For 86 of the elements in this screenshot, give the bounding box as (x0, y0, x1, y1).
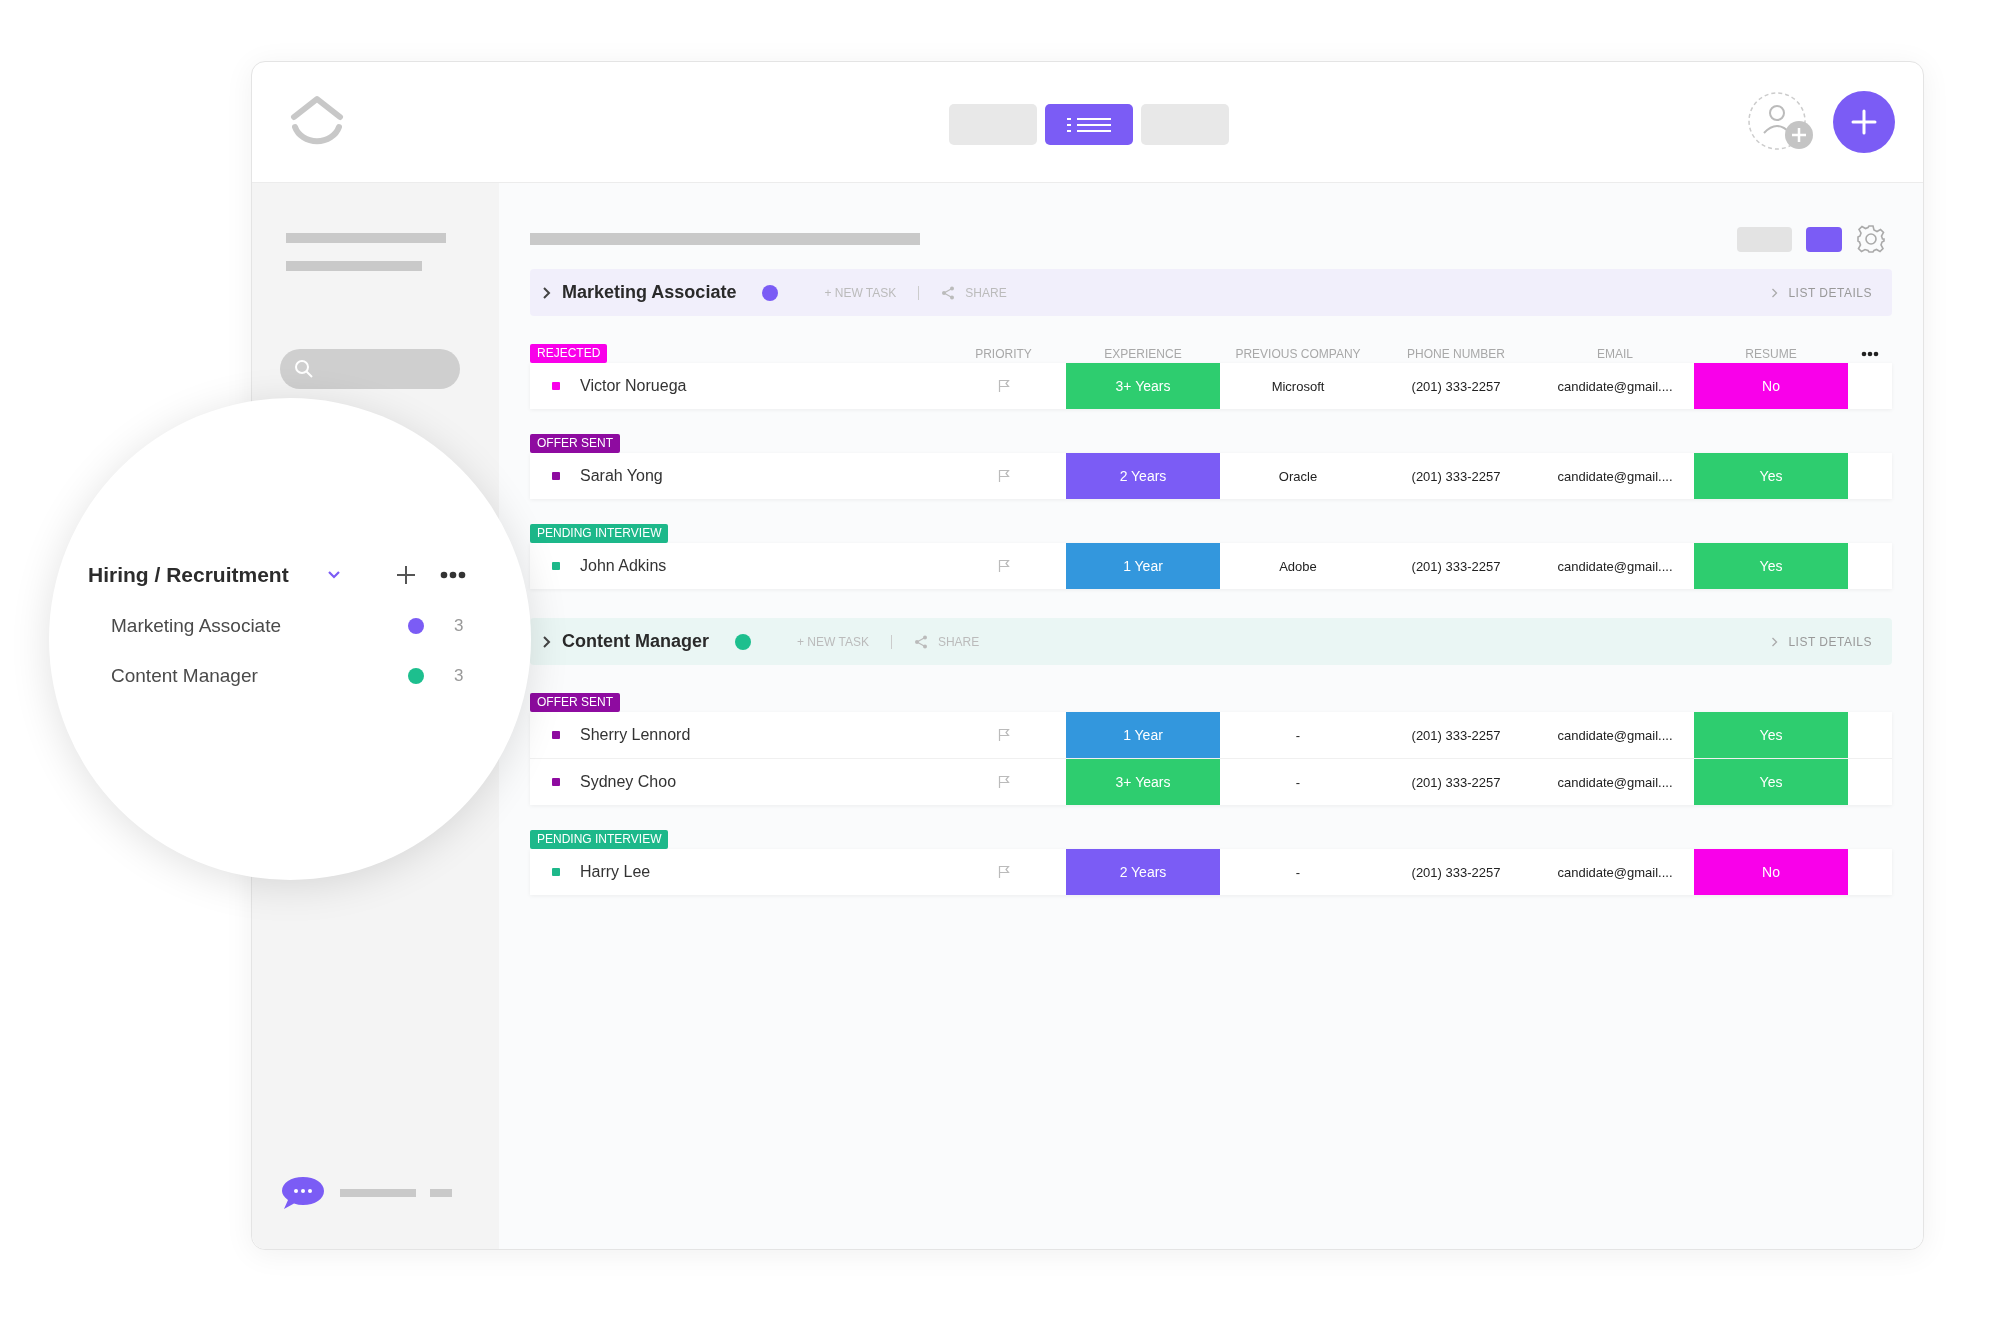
list-item[interactable]: Marketing Associate (111, 615, 408, 637)
add-user-icon[interactable] (1747, 91, 1815, 153)
experience-cell: 3+ Years (1066, 759, 1220, 805)
status-square (552, 868, 560, 876)
search-icon (294, 359, 314, 379)
flag-icon[interactable] (997, 559, 1010, 573)
toolbar-button[interactable] (1806, 226, 1842, 252)
plus-icon (1851, 109, 1877, 135)
more-icon[interactable] (440, 571, 466, 579)
status-tag: PENDING INTERVIEW (530, 524, 669, 543)
resume-cell: Yes (1694, 543, 1848, 589)
chevron-down-icon[interactable] (326, 570, 342, 580)
column-header: EXPERIENCE (1103, 346, 1183, 361)
group-title: Content Manager (562, 631, 709, 652)
chevron-icon (1771, 287, 1779, 298)
chevron-icon[interactable] (542, 634, 552, 649)
column-header: EMAIL (1596, 346, 1634, 361)
status-square (552, 382, 560, 390)
share-icon (913, 634, 928, 649)
task-count: 3 (454, 616, 464, 636)
chevron-icon[interactable] (542, 285, 552, 300)
column-header: PRIORITY (974, 346, 1033, 361)
company-cell-text: - (1294, 726, 1302, 745)
task-name[interactable]: Sydney Choo (580, 773, 677, 791)
column-header: PHONE NUMBER (1406, 346, 1506, 361)
company-cell-text: - (1294, 863, 1302, 882)
flag-icon[interactable] (997, 379, 1010, 393)
email-cell-text: candidate@gmail.... (1556, 557, 1674, 576)
view-button[interactable] (1045, 104, 1133, 145)
task-name[interactable]: Sarah Yong (580, 467, 663, 485)
company-cell-text: Adobe (1278, 557, 1318, 576)
column-header: PREVIOUS COMPANY (1234, 346, 1362, 361)
resume-cell: No (1694, 849, 1848, 895)
phone-cell-text: (201) 333-2257 (1410, 726, 1502, 745)
experience-cell: 2 Years (1066, 453, 1220, 499)
more-icon[interactable] (1861, 350, 1879, 357)
list-icon (1065, 115, 1113, 134)
flag-icon[interactable] (997, 865, 1010, 879)
chat-icon[interactable] (280, 1175, 326, 1211)
status-square (552, 731, 560, 739)
resume-cell: No (1694, 363, 1848, 409)
search-field[interactable] (280, 349, 460, 389)
phone-cell-text: (201) 333-2257 (1410, 557, 1502, 576)
list-item[interactable]: Content Manager (111, 665, 408, 687)
status-square (552, 778, 560, 786)
email-cell-text: candidate@gmail.... (1556, 726, 1674, 745)
task-name[interactable]: John Adkins (580, 557, 667, 575)
email-cell-text: candidate@gmail.... (1556, 467, 1674, 486)
placeholder-bar (430, 1189, 452, 1197)
phone-cell-text: (201) 333-2257 (1410, 467, 1502, 486)
experience-cell: 2 Years (1066, 849, 1220, 895)
flag-icon[interactable] (997, 728, 1010, 742)
phone-cell-text: (201) 333-2257 (1410, 377, 1502, 396)
task-name[interactable]: Sherry Lennord (580, 726, 691, 744)
company-cell-text: Microsoft (1270, 377, 1326, 396)
task-count: 3 (454, 666, 464, 686)
status-tag: PENDING INTERVIEW (530, 830, 669, 849)
status-tag: OFFER SENT (530, 693, 620, 712)
status-square (552, 562, 560, 570)
resume-cell: Yes (1694, 453, 1848, 499)
phone-cell-text: (201) 333-2257 (1410, 773, 1502, 792)
experience-cell: 1 Year (1066, 543, 1220, 589)
flag-icon[interactable] (997, 775, 1010, 789)
column-header: RESUME (1744, 346, 1798, 361)
status-tag: OFFER SENT (530, 434, 620, 453)
flag-icon[interactable] (997, 469, 1010, 483)
resume-cell: Yes (1694, 759, 1848, 805)
chevron-icon (1771, 636, 1779, 647)
task-name[interactable]: Victor Noruega (580, 377, 687, 395)
company-cell-text: Oracle (1277, 467, 1319, 486)
email-cell-text: candidate@gmail.... (1556, 773, 1674, 792)
resume-cell: Yes (1694, 712, 1848, 758)
phone-cell-text: (201) 333-2257 (1410, 863, 1502, 882)
status-tag: REJECTED (530, 344, 608, 363)
company-cell-text: - (1294, 773, 1302, 792)
share-icon (941, 285, 956, 300)
status-square (552, 472, 560, 480)
plus-icon[interactable] (396, 565, 416, 585)
task-name[interactable]: Harry Lee (580, 863, 651, 881)
group-title: Marketing Associate (562, 282, 737, 303)
email-cell-text: candidate@gmail.... (1556, 377, 1674, 396)
experience-cell: 3+ Years (1066, 363, 1220, 409)
experience-cell: 1 Year (1066, 712, 1220, 758)
settings-icon[interactable] (1856, 224, 1886, 254)
email-cell-text: candidate@gmail.... (1556, 863, 1674, 882)
folder-title[interactable]: Hiring / Recruitment (88, 563, 326, 587)
